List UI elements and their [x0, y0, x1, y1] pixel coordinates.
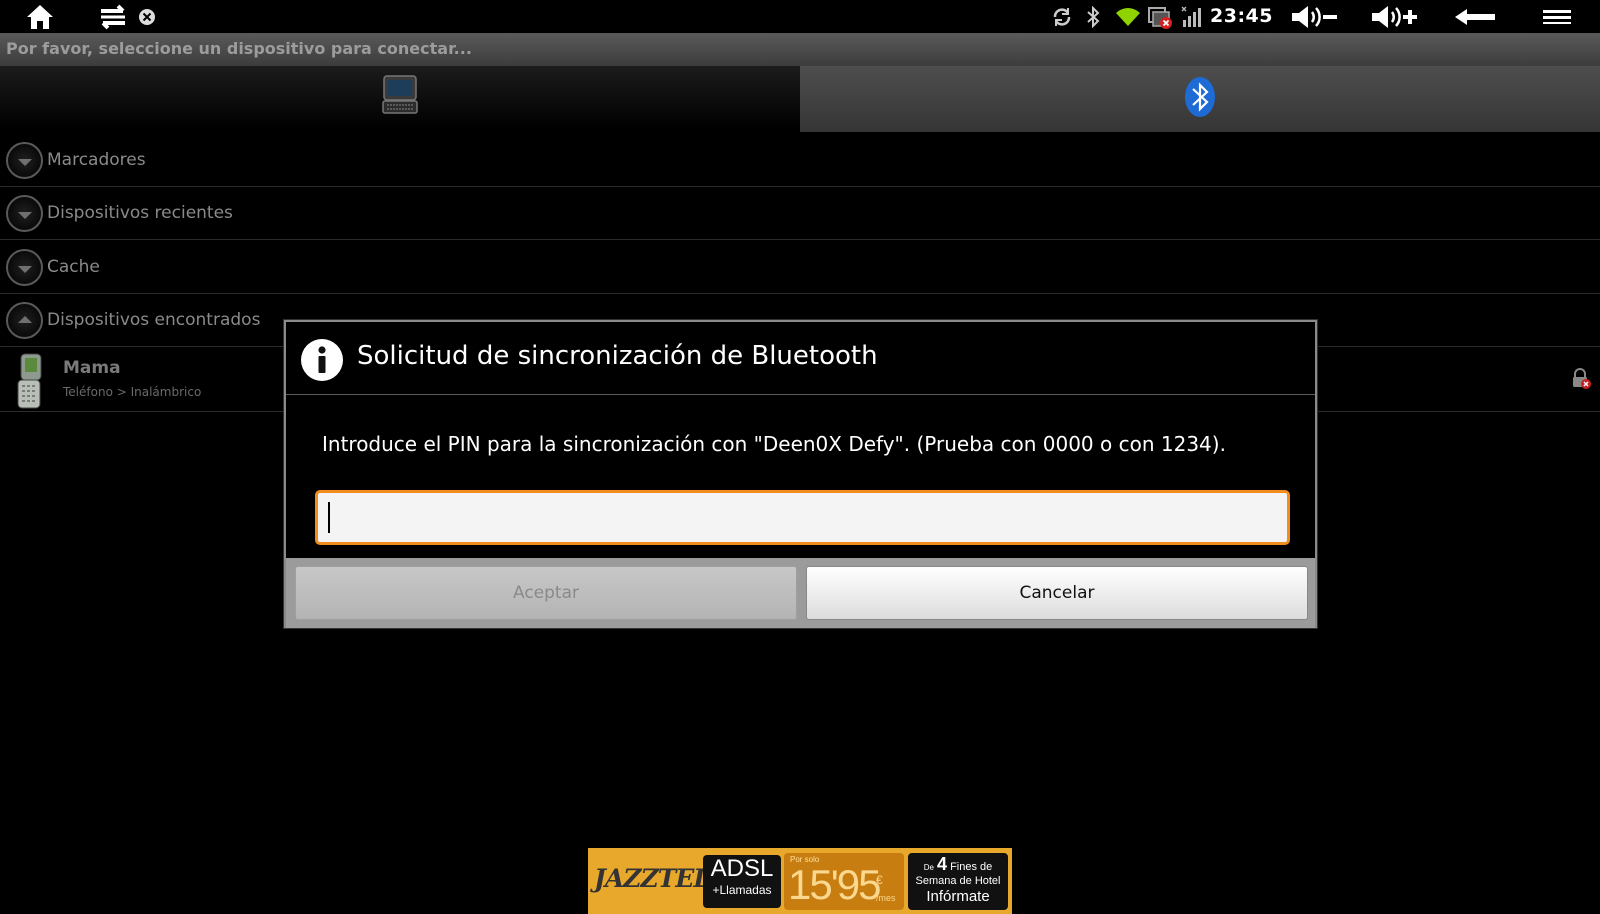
volume-up-icon[interactable] — [1368, 0, 1422, 33]
ad-price-box: Por solo 15'95 € /mes — [784, 853, 904, 910]
ad-cta[interactable]: Infórmate — [908, 888, 1008, 906]
ad-promo-prefix: De — [923, 863, 934, 872]
menu-icon[interactable] — [1540, 0, 1574, 33]
dialog-title: Solicitud de sincronización de Bluetooth — [357, 341, 878, 371]
phone-icon — [14, 352, 46, 414]
volume-down-icon[interactable] — [1288, 0, 1342, 33]
expand-icon[interactable] — [6, 142, 43, 179]
ad-promo-number: 4 — [937, 854, 948, 874]
section-marcadores[interactable]: Marcadores — [0, 134, 1600, 187]
section-label: Marcadores — [47, 150, 146, 170]
ad-product-sub: +Llamadas — [712, 883, 772, 897]
ad-promo-text: Fines de — [950, 861, 993, 873]
clock: 23:45 — [1210, 5, 1273, 27]
dialog-header: Solicitud de sincronización de Bluetooth — [286, 322, 1315, 395]
wifi-icon — [1114, 0, 1142, 33]
section-dispositivos-recientes[interactable]: Dispositivos recientes — [0, 187, 1600, 240]
section-label: Dispositivos encontrados — [47, 310, 261, 330]
ad-brand: JAZZTEL — [594, 864, 711, 893]
pairing-dialog: Solicitud de sincronización de Bluetooth… — [284, 320, 1317, 628]
collapse-icon[interactable] — [6, 302, 43, 339]
ad-promo: De 4 Fines de Semana de Hotel Infórmate — [908, 853, 1008, 910]
home-icon[interactable] — [22, 0, 58, 33]
signal-icon — [1180, 0, 1204, 33]
ad-promo-line1: De 4 Fines de — [908, 854, 1008, 875]
device-name: Mama — [63, 358, 121, 378]
unpaired-lock-icon — [1570, 368, 1592, 394]
expand-icon[interactable] — [6, 195, 43, 232]
ad-banner[interactable]: JAZZTEL ADSL +Llamadas Por solo 15'95 € … — [588, 848, 1012, 914]
device-subtitle: Teléfono > Inalámbrico — [63, 385, 202, 399]
expand-icon[interactable] — [6, 249, 43, 286]
title-text: Por favor, seleccione un dispositivo par… — [6, 39, 472, 58]
section-label: Cache — [47, 257, 100, 277]
tab-bluetooth[interactable] — [800, 66, 1600, 132]
ad-price: 15'95 — [788, 861, 881, 908]
cancel-button[interactable]: Cancelar — [806, 566, 1308, 620]
pin-input[interactable] — [315, 490, 1290, 545]
section-cache[interactable]: Cache — [0, 241, 1600, 294]
dialog-message: Introduce el PIN para la sincronización … — [322, 432, 1226, 456]
sync-icon — [1050, 0, 1074, 33]
ad-product: ADSL +Llamadas — [703, 855, 781, 908]
ad-currency: € — [876, 873, 883, 887]
dialog-button-bar: Aceptar Cancelar — [286, 558, 1315, 628]
ad-promo-line2: Semana de Hotel — [915, 875, 1001, 887]
bluetooth-icon — [1183, 75, 1217, 123]
close-icon[interactable] — [136, 0, 158, 33]
no-sim-icon — [1146, 0, 1174, 33]
tab-devices[interactable] — [0, 66, 800, 132]
title-bar: Por favor, seleccione un dispositivo par… — [0, 33, 1600, 66]
multitask-icon[interactable] — [96, 0, 130, 33]
status-bar: 23:45 — [0, 0, 1600, 33]
text-cursor — [328, 502, 330, 533]
section-label: Dispositivos recientes — [47, 203, 233, 223]
info-icon — [301, 339, 343, 381]
ad-product-name: ADSL — [710, 855, 774, 882]
bluetooth-icon — [1084, 0, 1102, 33]
tab-bar — [0, 66, 1600, 132]
device-icon — [381, 73, 419, 121]
accept-button[interactable]: Aceptar — [295, 566, 797, 620]
back-icon[interactable] — [1452, 0, 1498, 33]
ad-period: /mes — [876, 893, 896, 903]
